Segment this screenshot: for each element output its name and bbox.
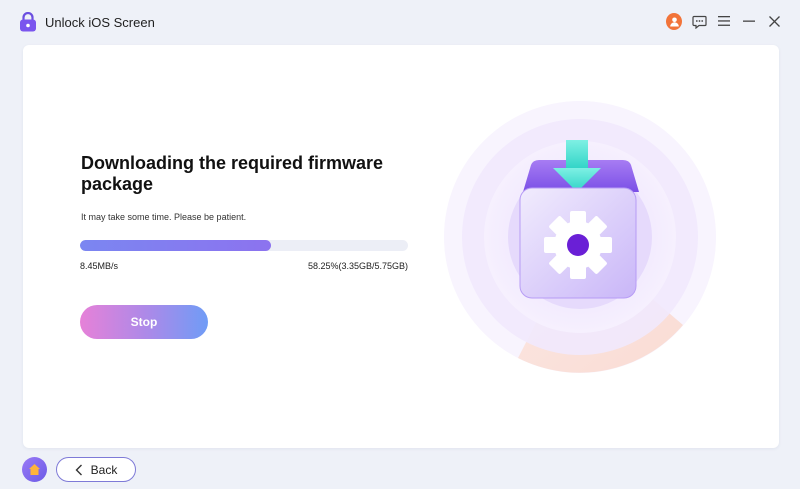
title-bar: Unlock iOS Screen [0, 0, 800, 44]
stop-button[interactable]: Stop [80, 305, 208, 339]
minimize-button[interactable] [741, 13, 757, 29]
feedback-button[interactable] [691, 13, 707, 29]
user-avatar-button[interactable] [666, 12, 682, 30]
app-lock-icon [20, 12, 36, 32]
menu-icon [718, 16, 730, 26]
close-button[interactable] [766, 13, 782, 29]
patience-note: It may take some time. Please be patient… [81, 212, 247, 222]
menu-button[interactable] [716, 13, 732, 29]
window-controls [666, 12, 782, 30]
home-icon [29, 464, 40, 475]
firmware-download-gear-icon [444, 101, 716, 373]
close-icon [768, 15, 780, 27]
back-label: Back [90, 462, 118, 477]
minimize-icon [743, 20, 755, 22]
home-button[interactable] [22, 457, 47, 482]
feedback-icon [691, 15, 707, 29]
user-avatar-icon [666, 12, 682, 30]
download-speed: 8.45MB/s [80, 261, 119, 271]
back-button[interactable]: Back [56, 457, 136, 482]
page-title: Downloading the required firmware packag… [81, 153, 384, 194]
main-panel: Downloading the required firmware packag… [23, 45, 779, 448]
download-percent: 58.25%(3.35GB/5.75GB) [307, 261, 408, 271]
download-progress-fill [80, 240, 272, 251]
download-progress-bar [80, 240, 408, 251]
chevron-left-icon [75, 464, 82, 475]
app-title: Unlock iOS Screen [45, 15, 155, 30]
